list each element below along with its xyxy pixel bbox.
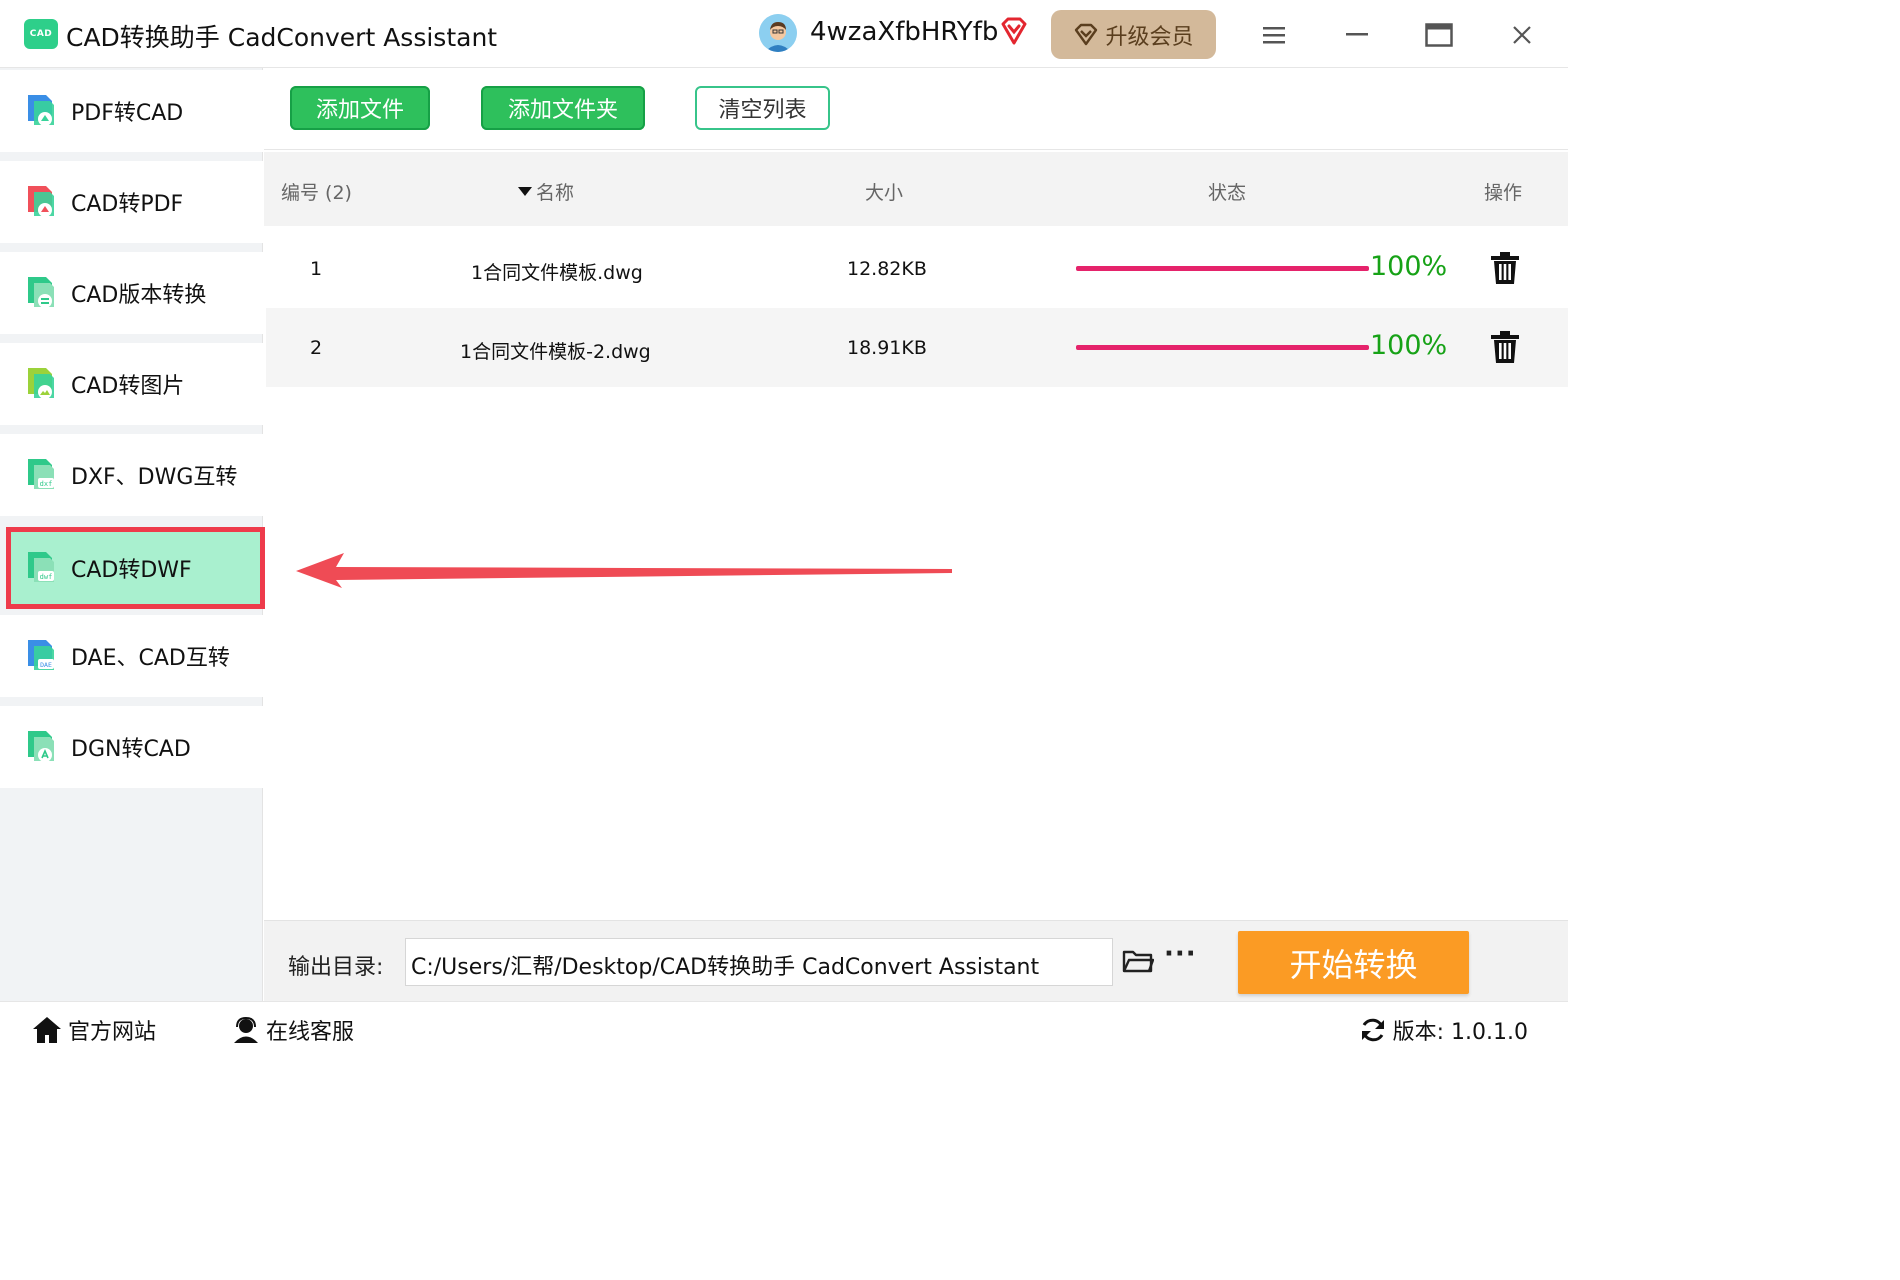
header-size[interactable]: 大小	[865, 178, 903, 205]
sort-down-icon	[518, 186, 532, 196]
version-info[interactable]: 版本: 1.0.1.0	[1359, 1014, 1528, 1046]
row-filename: 1合同文件模板.dwg	[471, 262, 643, 284]
start-convert-button[interactable]: 开始转换	[1238, 931, 1469, 994]
upgrade-label: 升级会员	[1105, 24, 1194, 50]
upgrade-membership-button[interactable]: 升级会员	[1051, 10, 1216, 59]
sidebar-item-label: DXF、DWG互转	[71, 465, 238, 490]
app-title: CAD转换助手 CadConvert Assistant	[66, 23, 498, 52]
app-logo: CAD	[24, 19, 58, 49]
delete-trash-icon[interactable]	[1490, 330, 1520, 364]
footer: 官方网站 在线客服 版本: 1.0.1.0	[0, 1001, 1568, 1058]
header-index[interactable]: 编号 (2)	[281, 178, 352, 205]
cad-to-dwf-icon: dwf	[24, 550, 58, 586]
official-website-link[interactable]: 官方网站	[32, 1014, 156, 1046]
sidebar-item-dxf-dwg[interactable]: dxf DXF、DWG互转	[0, 434, 263, 516]
pdf-to-cad-icon	[24, 93, 58, 129]
progress-bar	[1076, 345, 1369, 350]
title-bar: CAD CAD转换助手 CadConvert Assistant 4wzaXfb…	[0, 0, 1568, 68]
online-support-label: 在线客服	[266, 1020, 355, 1045]
table-row[interactable]: 1 1合同文件模板.dwg 12.82KB 100%	[266, 229, 1568, 308]
output-path-field[interactable]: C:/Users/汇帮/Desktop/CAD转换助手 CadConvert A…	[405, 938, 1113, 986]
add-file-button[interactable]: 添加文件	[290, 86, 430, 130]
version-label: 版本: 1.0.1.0	[1392, 1020, 1528, 1045]
sidebar-item-dgn-to-cad[interactable]: DGN转CAD	[0, 706, 263, 788]
official-website-label: 官方网站	[68, 1020, 157, 1045]
diamond-icon	[1075, 23, 1098, 45]
support-agent-icon	[234, 1016, 258, 1043]
user-avatar[interactable]	[759, 14, 797, 52]
sidebar-item-label: DAE、CAD互转	[71, 646, 230, 671]
dwf-badge: dwf	[40, 573, 53, 581]
row-index: 2	[310, 337, 323, 359]
sidebar-item-cad-version[interactable]: CAD版本转换	[0, 252, 263, 334]
more-options-button[interactable]: ···	[1164, 939, 1197, 969]
open-folder-icon[interactable]	[1122, 948, 1155, 978]
output-bar: 输出目录: C:/Users/汇帮/Desktop/CAD转换助手 CadCon…	[264, 920, 1568, 1001]
close-icon[interactable]	[1505, 18, 1539, 52]
progress-label: 100%	[1370, 251, 1448, 282]
row-size: 18.91KB	[847, 337, 927, 359]
dxf-badge: dxf	[40, 480, 53, 488]
maximize-icon[interactable]	[1422, 18, 1456, 52]
add-folder-button[interactable]: 添加文件夹	[481, 86, 645, 130]
minimize-icon[interactable]	[1340, 18, 1374, 52]
home-icon	[33, 1017, 61, 1043]
sidebar-item-label: CAD版本转换	[71, 283, 207, 308]
delete-trash-icon[interactable]	[1490, 251, 1520, 285]
dxf-dwg-icon: dxf	[24, 457, 58, 493]
sidebar-item-cad-to-dwf[interactable]: dwf CAD转DWF	[6, 527, 265, 609]
sidebar-item-cad-to-pdf[interactable]: CAD转PDF	[0, 161, 263, 243]
header-action: 操作	[1484, 182, 1523, 204]
header-name[interactable]: 名称	[518, 178, 574, 205]
table-row[interactable]: 2 1合同文件模板-2.dwg 18.91KB 100%	[266, 308, 1568, 387]
header-status: 状态	[1208, 182, 1247, 204]
online-support-link[interactable]: 在线客服	[232, 1014, 354, 1046]
annotation-arrow	[290, 550, 960, 598]
table-header: 编号 (2) 名称 大小 状态 操作	[264, 152, 1568, 226]
sidebar-item-dae-cad[interactable]: DAE DAE、CAD互转	[0, 615, 263, 697]
toolbar: 添加文件 添加文件夹 清空列表	[264, 68, 1568, 150]
sidebar-item-label: CAD转DWF	[71, 558, 192, 583]
header-name-label: 名称	[536, 182, 575, 204]
sidebar-item-label: CAD转图片	[71, 374, 185, 399]
menu-icon[interactable]	[1257, 18, 1291, 52]
username: 4wzaXfbHRYfb	[810, 17, 999, 47]
progress-label: 100%	[1370, 330, 1448, 361]
progress-bar	[1076, 266, 1369, 271]
row-filename: 1合同文件模板-2.dwg	[460, 341, 651, 363]
sidebar-item-pdf-to-cad[interactable]: PDF转CAD	[0, 70, 263, 152]
vip-diamond-icon	[999, 16, 1029, 50]
sidebar: PDF转CAD CAD转PDF CAD版本转换 CAD转图片 dxf DXF、D…	[0, 68, 265, 1001]
dgn-to-cad-icon	[24, 729, 58, 765]
clear-list-button[interactable]: 清空列表	[695, 86, 830, 130]
cad-version-icon	[24, 275, 58, 311]
sidebar-item-label: PDF转CAD	[71, 101, 184, 126]
refresh-icon	[1361, 1018, 1384, 1042]
sidebar-item-cad-to-image[interactable]: CAD转图片	[0, 343, 263, 425]
dae-badge: DAE	[40, 661, 52, 669]
cad-to-image-icon	[24, 366, 58, 402]
cad-to-pdf-icon	[24, 184, 58, 220]
dae-cad-icon: DAE	[24, 638, 58, 674]
row-size: 12.82KB	[847, 258, 927, 280]
row-index: 1	[310, 258, 323, 280]
output-dir-label: 输出目录:	[288, 955, 384, 980]
sidebar-item-label: CAD转PDF	[71, 192, 184, 217]
sidebar-item-label: DGN转CAD	[71, 737, 191, 762]
